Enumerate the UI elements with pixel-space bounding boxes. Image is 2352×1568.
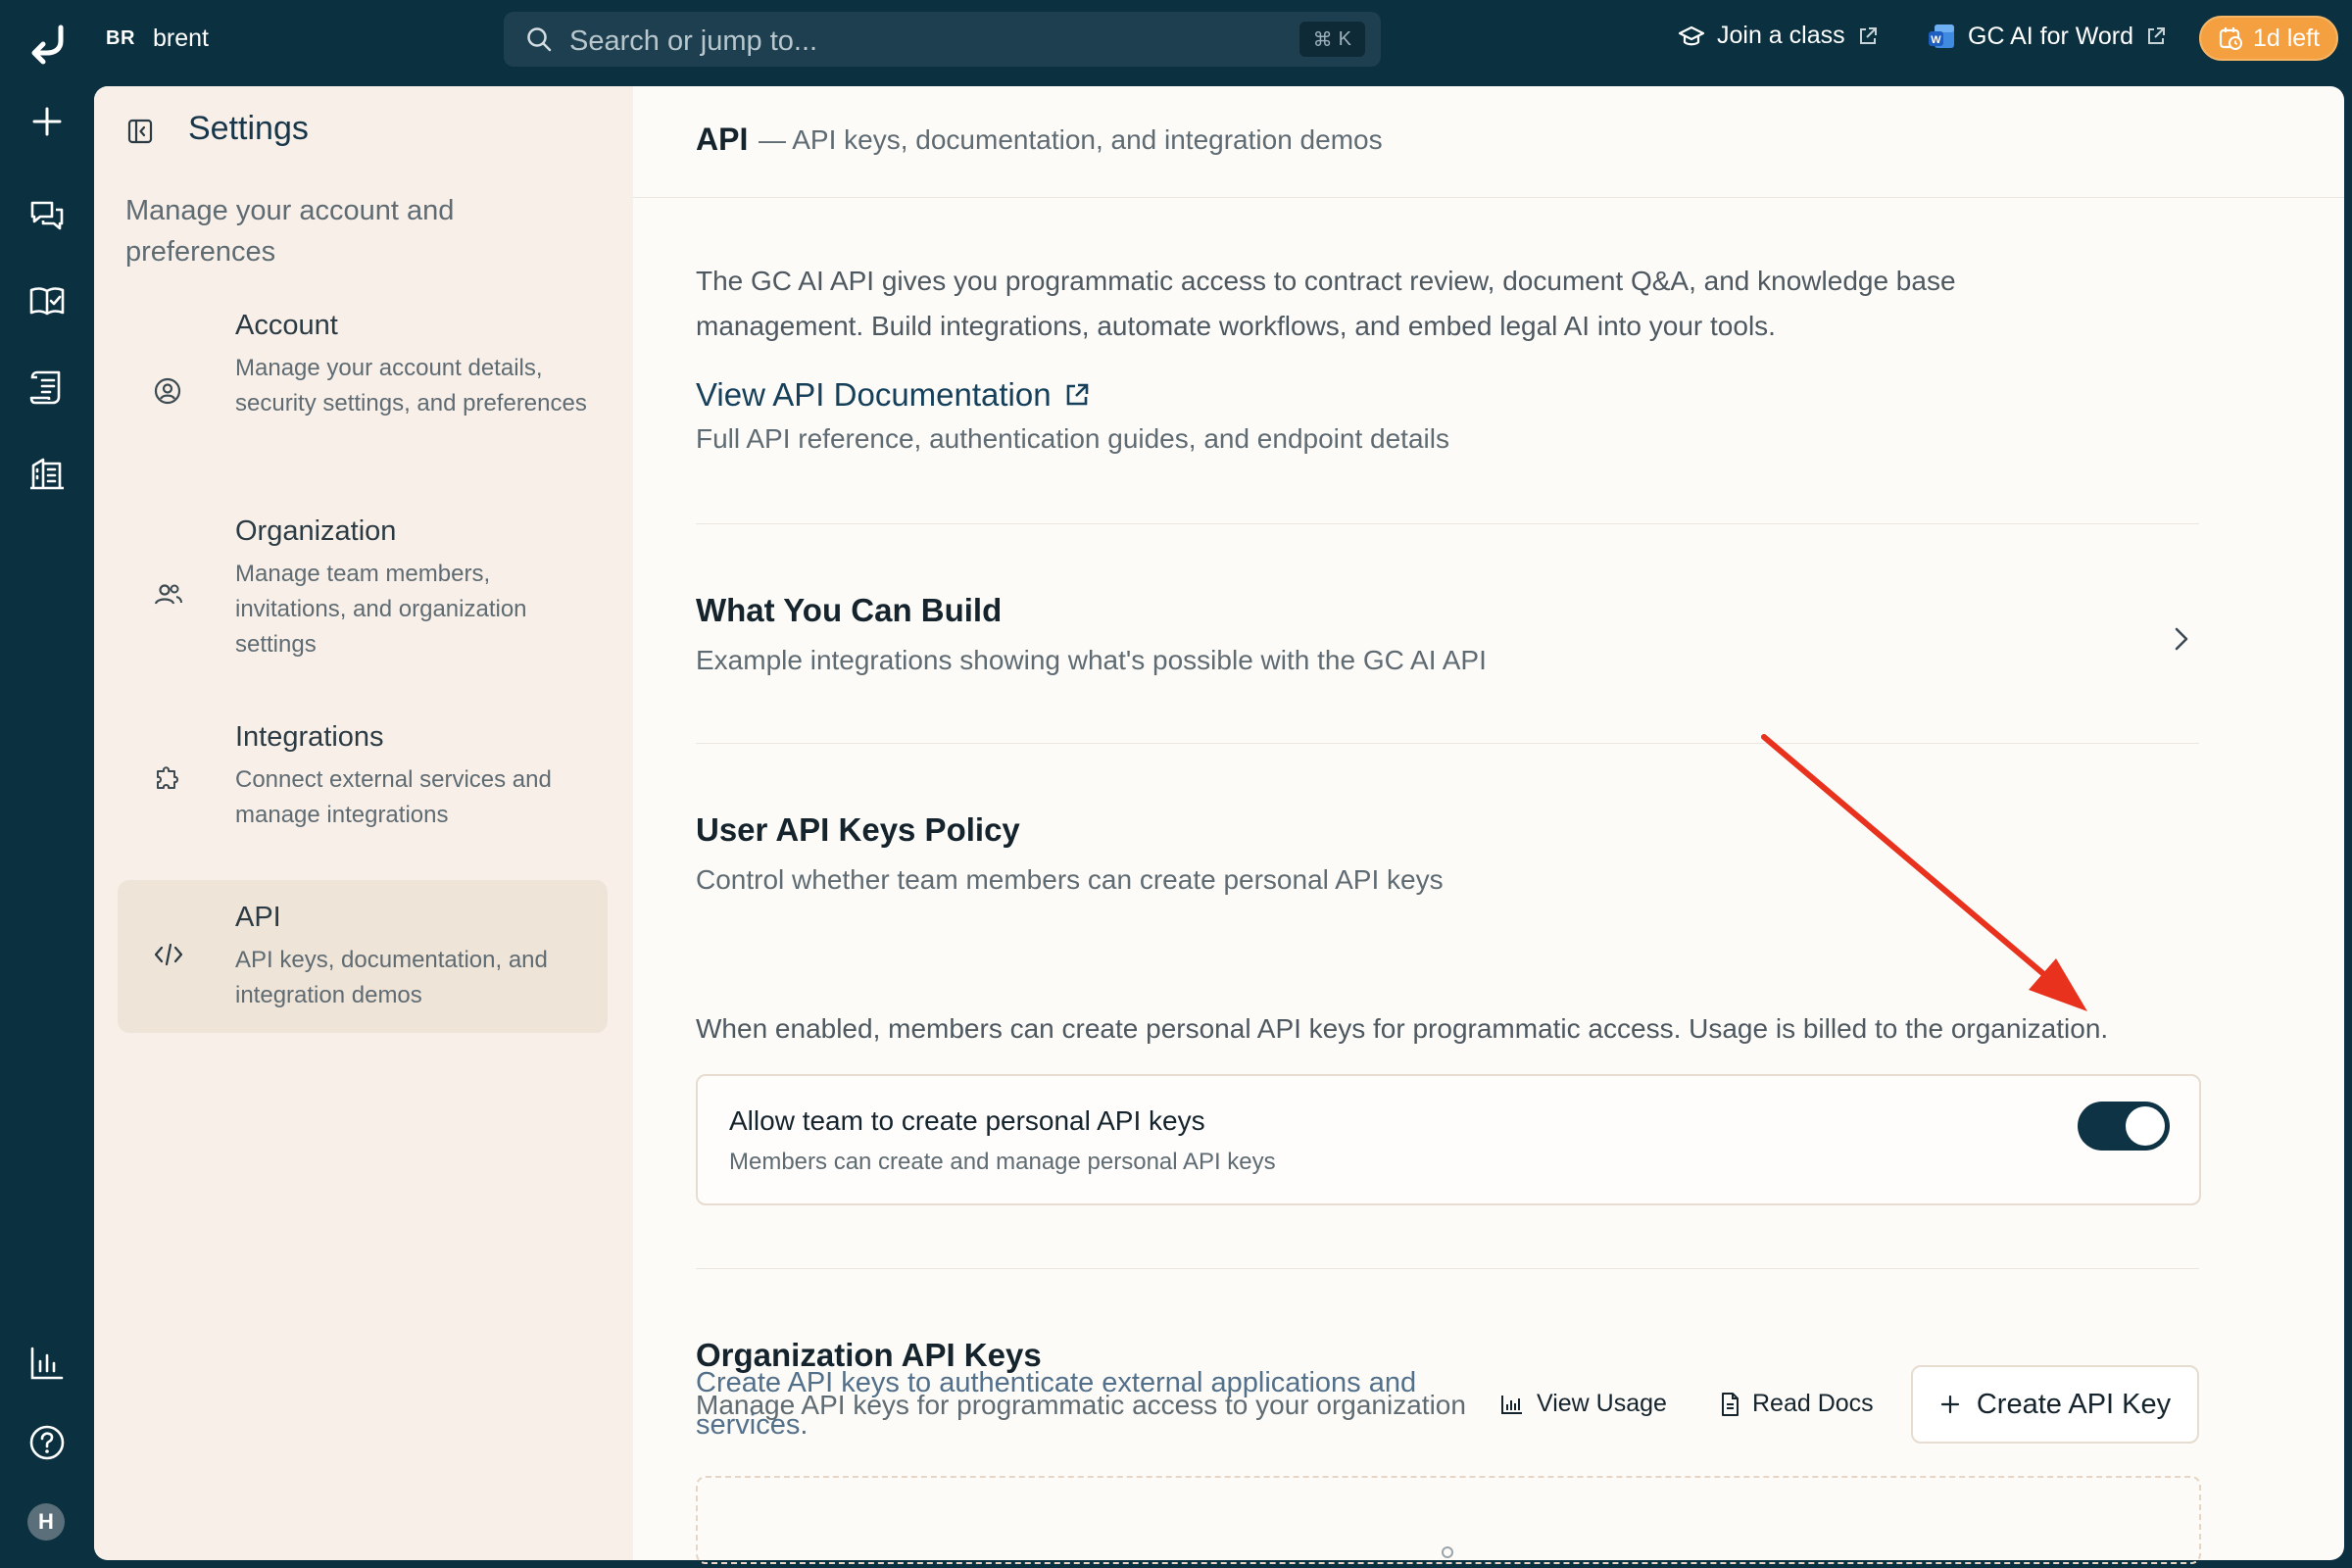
command-key: ⌘ — [1312, 28, 1333, 51]
view-docs-label: View API Documentation — [696, 376, 1052, 413]
puzzle-icon — [157, 766, 178, 789]
api-content: API — API keys, documentation, and integ… — [633, 86, 2344, 1560]
policy-subtitle: Control whether team members can create … — [696, 864, 1444, 895]
shortcut-key: K — [1338, 27, 1351, 50]
toggle-knob — [2126, 1106, 2165, 1146]
toggle-sublabel: Members can create and manage personal A… — [729, 1149, 1276, 1175]
view-usage-button[interactable]: View Usage — [1499, 1390, 1667, 1418]
user-avatar[interactable]: H — [27, 1503, 65, 1541]
workspace-badge[interactable]: BR — [106, 27, 135, 50]
search-shortcut: ⌘ K — [1298, 22, 1365, 57]
toggle-label: Allow team to create personal API keys — [729, 1105, 1205, 1136]
nav-item-account[interactable]: Account Manage your account details, sec… — [118, 300, 608, 474]
settings-sidebar: Settings Manage your account and prefere… — [94, 86, 633, 1560]
library-icon[interactable] — [27, 281, 67, 320]
analytics-icon[interactable] — [27, 1344, 67, 1383]
view-docs-sub: Full API reference, authentication guide… — [696, 423, 1449, 454]
code-icon — [154, 943, 183, 966]
api-keys-empty-state — [696, 1476, 2201, 1564]
personal-keys-toggle[interactable] — [2078, 1102, 2170, 1151]
nav-item-organization[interactable]: Organization Manage team members, invita… — [118, 506, 608, 680]
external-link-icon — [1859, 26, 1877, 44]
policy-note: When enabled, members can create persona… — [696, 1013, 2109, 1044]
nav-title-integrations: Integrations — [235, 721, 384, 753]
trial-badge[interactable]: 1d left — [2199, 16, 2338, 61]
trial-label: 1d left — [2252, 24, 2321, 52]
join-class-link[interactable]: Join a class — [1678, 22, 1879, 50]
plus-icon[interactable] — [27, 102, 67, 141]
plus-icon — [1940, 1395, 1959, 1414]
help-icon[interactable] — [27, 1423, 67, 1462]
settings-description: Manage your account and preferences — [125, 195, 455, 268]
word-addin-label: GC AI for Word — [1968, 22, 2134, 50]
key-icon — [1442, 1546, 1453, 1558]
bar-chart-icon — [1501, 1395, 1522, 1414]
search-icon — [527, 27, 552, 52]
build-subtitle: Example integrations showing what's poss… — [696, 645, 1487, 675]
personal-keys-setting: Allow team to create personal API keys M… — [696, 1074, 2201, 1205]
graduation-cap-icon — [1678, 25, 1705, 45]
nav-sub-account: Manage your account details, security se… — [235, 355, 587, 416]
nav-title-api: API — [235, 902, 281, 933]
chevron-right-icon[interactable] — [2170, 623, 2193, 655]
view-docs-link[interactable]: View API Documentation — [696, 376, 1091, 414]
view-usage-label: View Usage — [1537, 1390, 1667, 1417]
reply-logo-icon[interactable] — [27, 24, 69, 65]
chats-icon[interactable] — [27, 196, 67, 235]
nav-sub-api: API keys, documentation, and integration… — [235, 947, 548, 1008]
divider — [696, 1268, 2199, 1269]
document-icon — [1722, 1392, 1739, 1416]
scroll-icon[interactable] — [27, 368, 67, 407]
top-bar: BR brent Search or jump to... ⌘ K Join a… — [0, 0, 2352, 78]
nav-sub-organization: Manage team members, invitations, and or… — [235, 561, 527, 658]
search-placeholder: Search or jump to... — [569, 25, 818, 57]
api-intro: The GC AI API gives you programmatic acc… — [696, 266, 1956, 341]
page-title: API — [696, 122, 749, 157]
nav-title-organization: Organization — [235, 515, 397, 547]
external-link-icon — [1066, 383, 1088, 406]
nav-sub-integrations: Connect external services and manage int… — [235, 766, 552, 828]
nav-title-account: Account — [235, 310, 338, 341]
join-class-label: Join a class — [1717, 22, 1845, 49]
users-icon — [154, 584, 182, 605]
page-header: API — API keys, documentation, and integ… — [633, 86, 2344, 198]
create-api-key-button[interactable]: Create API Key — [1911, 1365, 2199, 1444]
divider — [696, 743, 2199, 744]
page-subtitle: — API keys, documentation, and integrati… — [759, 124, 1383, 155]
policy-title: User API Keys Policy — [696, 811, 1020, 848]
org-keys-note: Create API keys to authenticate external… — [696, 1367, 1417, 1441]
read-docs-label: Read Docs — [1752, 1390, 1874, 1417]
read-docs-button[interactable]: Read Docs — [1719, 1390, 1874, 1418]
svg-text:W: W — [1931, 34, 1941, 46]
settings-title: Settings — [188, 110, 309, 147]
sidebar-collapse-icon[interactable] — [127, 119, 153, 144]
user-circle-icon — [154, 377, 181, 405]
nav-item-integrations[interactable]: Integrations Connect external services a… — [118, 711, 608, 849]
calendar-clock-icon — [2219, 27, 2242, 50]
settings-card: Settings Manage your account and prefere… — [94, 86, 2344, 1560]
build-title: What You Can Build — [696, 592, 1003, 628]
create-api-key-label: Create API Key — [1976, 1388, 2172, 1420]
nav-item-api[interactable]: API API keys, documentation, and integra… — [118, 880, 608, 1033]
search-bar[interactable]: Search or jump to... ⌘ K — [504, 12, 1381, 67]
workspace-name[interactable]: brent — [153, 24, 209, 53]
word-addin-link[interactable]: W GC AI for Word — [1927, 22, 2167, 51]
word-app-icon: W — [1929, 24, 1954, 48]
divider — [696, 523, 2199, 524]
external-link-icon — [2148, 27, 2166, 44]
building-icon[interactable] — [27, 454, 67, 493]
